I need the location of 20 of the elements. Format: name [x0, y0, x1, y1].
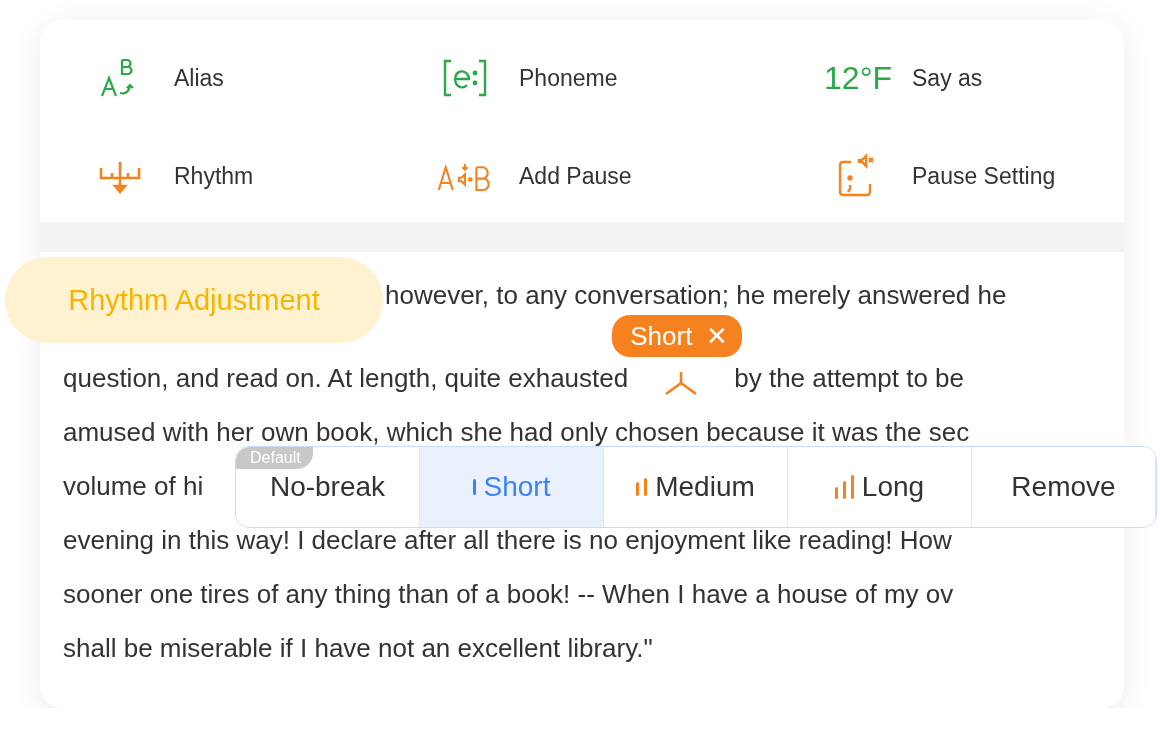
tool-label[interactable]: Add Pause	[519, 162, 632, 190]
signal-bars-icon	[472, 479, 476, 495]
text-line: shall be miserable if I have not an excellent library."	[63, 632, 653, 664]
text-line: however, to any conversation; he merely answered he	[385, 279, 1007, 311]
rhythm-adjustment-tag: Rhythm Adjustment	[5, 257, 383, 343]
temperature-icon: 12°F	[824, 59, 892, 97]
tool-label[interactable]: Say as	[912, 64, 983, 92]
tool-label[interactable]: Phoneme	[519, 64, 618, 92]
text-line: sooner one tires of any thing than of a book! -- When I have a house of my ov	[63, 578, 954, 610]
signal-bars-icon	[636, 478, 648, 496]
tool-label[interactable]: Rhythm	[174, 162, 254, 190]
tool-label[interactable]: Alias	[174, 64, 224, 92]
signal-bars-icon	[834, 475, 854, 499]
text-line: evening in this way! I declare after all there is no enjoyment like reading! How	[63, 524, 952, 556]
tool-label[interactable]: Pause Setting	[912, 162, 1056, 190]
text-line: volume of hi	[63, 470, 204, 502]
text-line: by the attempt to be	[734, 362, 965, 394]
text-line: amused with her own book, which she had only chosen because it was the sec	[63, 416, 970, 448]
text-line: question, and read on. At length, quite exhausted	[63, 362, 629, 394]
pause-tag-label: Short	[630, 320, 693, 352]
